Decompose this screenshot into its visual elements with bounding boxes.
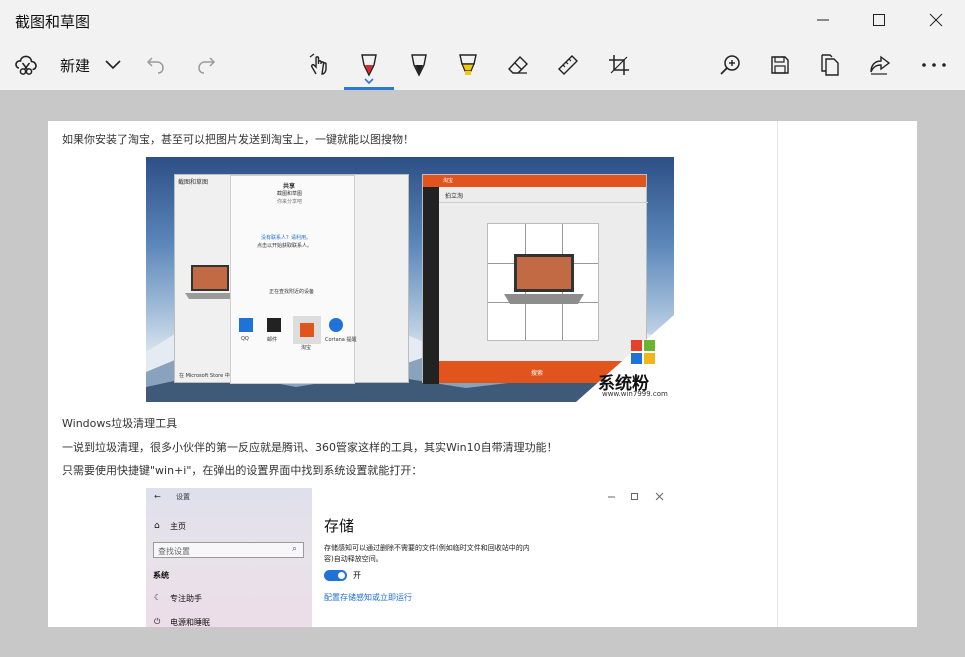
new-snip-button[interactable]: 新建 xyxy=(10,40,95,90)
nearby-devices: 正在查找附近的设备 xyxy=(269,289,315,295)
configure-storage-link: 配置存储感知或立即运行 xyxy=(324,593,412,602)
app-mail: 邮件 xyxy=(267,337,278,343)
taobao-window-title: 淘宝 xyxy=(443,178,454,184)
share-sub1: 截图和草图 xyxy=(277,191,303,197)
eraser-button[interactable] xyxy=(505,40,531,90)
more-button[interactable] xyxy=(918,40,950,90)
highlighter-icon xyxy=(459,54,477,75)
taobao-sidebar xyxy=(423,187,439,384)
storage-description-2: 容)自动释放空间。 xyxy=(324,555,383,563)
power-icon: ⏻ xyxy=(154,617,161,626)
search-icon: ⌕ xyxy=(292,544,298,554)
undo-button[interactable] xyxy=(143,40,169,90)
settings-search-box: 查找设置 ⌕ xyxy=(153,542,304,558)
cortana-app-tile xyxy=(329,318,343,332)
crop-button[interactable] xyxy=(606,40,632,90)
close-icon xyxy=(929,13,943,27)
doc-line-1: 如果你安装了淘宝，甚至可以把图片发送到淘宝上，一键就能以图搜物！ xyxy=(62,133,414,146)
maximize-icon xyxy=(873,14,885,26)
brand-url: www.win7999.com xyxy=(602,390,668,398)
redo-button[interactable] xyxy=(193,40,219,90)
ruler-button[interactable] xyxy=(555,40,581,90)
minimize-button[interactable] xyxy=(794,0,852,40)
minimize-icon xyxy=(817,19,829,21)
save-button[interactable] xyxy=(767,40,793,90)
storage-heading: 存储 xyxy=(324,517,355,535)
toolbar: 新建 xyxy=(0,40,965,90)
settings-item-power: 电源和睡眠 xyxy=(170,618,210,627)
touch-writing-icon xyxy=(309,53,327,75)
share-title: 共享 xyxy=(283,183,296,190)
home-icon: ⌂ xyxy=(154,521,160,531)
thumb-window-title: 截图和草图 xyxy=(178,179,209,186)
brand-logo-icon xyxy=(631,340,655,364)
more-icon xyxy=(922,63,946,67)
settings-sidebar: ← 设置 ⌂ 主页 查找设置 ⌕ 系统 ☾ 专注助手 ⏻ 电源和睡眠 xyxy=(146,488,312,627)
new-snip-dropdown[interactable] xyxy=(100,40,126,90)
qq-app-tile xyxy=(239,318,253,332)
settings-search-placeholder: 查找设置 xyxy=(158,547,190,556)
pencil-icon xyxy=(411,54,427,77)
copy-button[interactable] xyxy=(817,40,843,90)
chevron-down-icon xyxy=(105,60,121,70)
new-label: 新建 xyxy=(60,57,91,75)
settings-back-arrow-icon: ← xyxy=(154,492,161,501)
settings-screenshot: ← 设置 ⌂ 主页 查找设置 ⌕ 系统 ☾ 专注助手 ⏻ 电源和睡眠 存储 存储… xyxy=(146,488,674,627)
share-button[interactable] xyxy=(867,40,893,90)
pencil-button[interactable] xyxy=(406,40,432,90)
close-button[interactable] xyxy=(907,0,965,40)
search-button-label: 搜索 xyxy=(531,370,544,377)
app-title: 截图和草图 xyxy=(15,13,91,31)
mail-app-tile xyxy=(267,318,281,332)
settings-item-focus: 专注助手 xyxy=(170,594,202,603)
copy-icon xyxy=(821,54,839,76)
doc-line-2: Windows垃圾清理工具 xyxy=(62,417,178,430)
toggle-state: 开 xyxy=(353,571,361,580)
eraser-icon xyxy=(508,55,528,74)
doc-line-4: 只需要使用快捷键"win+i"，在弹出的设置界面中找到系统设置就能打开： xyxy=(62,464,423,477)
taobao-header: 拍立淘 xyxy=(445,193,464,200)
app-taobao: 淘宝 xyxy=(301,345,312,351)
undo-icon xyxy=(146,57,164,74)
zoom-in-icon xyxy=(720,55,740,75)
ballpoint-pen-icon xyxy=(361,54,377,77)
app-cortana: Cortana 提醒 xyxy=(325,337,357,343)
no-contacts: 没有联系人？请利用。 xyxy=(261,235,312,241)
settings-section: 系统 xyxy=(153,571,169,580)
zoom-button[interactable] xyxy=(717,40,743,90)
taobao-app-tile xyxy=(293,316,321,344)
snip-new-icon xyxy=(15,55,37,75)
touch-writing-button[interactable] xyxy=(305,40,333,90)
settings-home: 主页 xyxy=(170,522,186,531)
no-contacts-sub: 点击以开始获取联系人。 xyxy=(257,243,313,249)
page-divider xyxy=(777,121,778,627)
crop-icon xyxy=(609,55,629,75)
settings-back-label: 设置 xyxy=(176,493,190,501)
chevron-down-icon xyxy=(364,78,374,84)
laptop-image xyxy=(185,265,235,299)
storage-description-1: 存储感知可以通过删除不需要的文件(例如临时文件和回收站中的内 xyxy=(324,544,530,552)
title-bar: 截图和草图 xyxy=(0,0,965,40)
captured-page: 如果你安装了淘宝，甚至可以把图片发送到淘宝上，一键就能以图搜物！ 截图和草图 在… xyxy=(48,121,777,627)
maximize-button[interactable] xyxy=(850,0,908,40)
share-screenshot: 截图和草图 在 Microsoft Store 中获取应用 共享 截图和草图 你… xyxy=(146,157,674,402)
screenshot-image[interactable]: 如果你安装了淘宝，甚至可以把图片发送到淘宝上，一键就能以图搜物！ 截图和草图 在… xyxy=(48,121,917,627)
canvas-area[interactable]: 如果你安装了淘宝，甚至可以把图片发送到淘宝上，一键就能以图搜物！ 截图和草图 在… xyxy=(0,90,965,657)
doc-line-3: 一说到垃圾清理，很多小伙伴的第一反应就是腾讯、360管家这样的工具，其实Win1… xyxy=(62,441,558,454)
app-qq: QQ xyxy=(241,336,249,342)
highlighter-button[interactable] xyxy=(455,40,481,90)
ruler-icon xyxy=(558,55,578,75)
share-pane: 共享 截图和草图 你来分享吧 没有联系人？请利用。 点击以开始获取联系人。 正在… xyxy=(230,175,357,384)
share-sub2: 你来分享吧 xyxy=(277,199,303,205)
moon-icon: ☾ xyxy=(154,593,162,602)
share-icon xyxy=(870,55,891,75)
redo-icon xyxy=(198,57,216,74)
taobao-titlebar: 淘宝 xyxy=(423,175,646,187)
storage-sense-toggle xyxy=(324,570,347,581)
settings-window-controls xyxy=(608,492,664,501)
settings-content: 存储 存储感知可以通过删除不需要的文件(例如临时文件和回收站中的内 容)自动释放… xyxy=(312,488,674,627)
save-icon xyxy=(771,56,789,74)
